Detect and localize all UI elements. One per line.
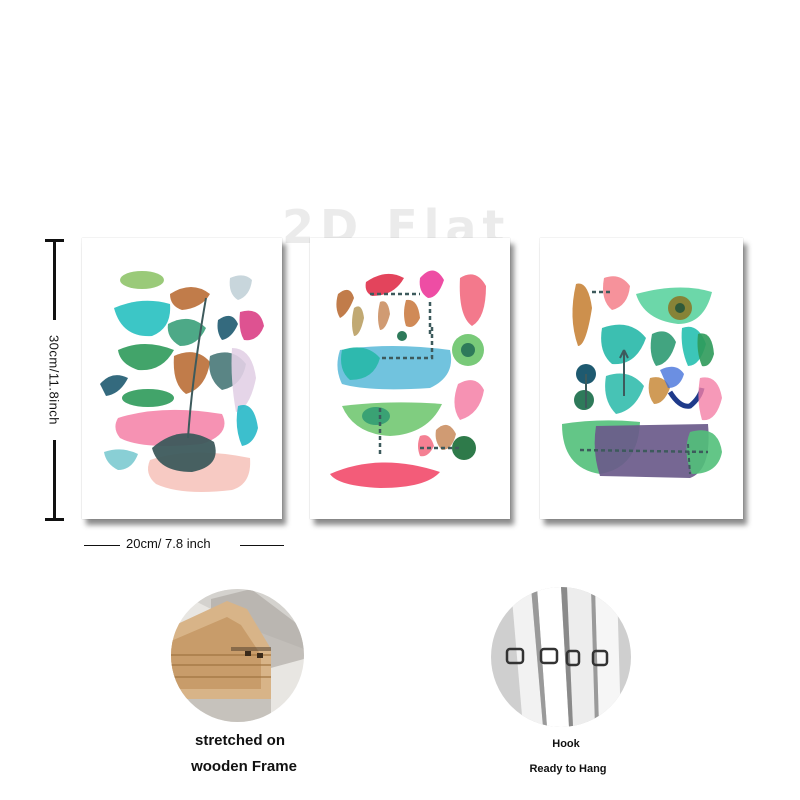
canvas-panel-right	[540, 238, 743, 519]
width-dimension-label: 20cm/ 7.8 inch	[126, 536, 211, 551]
abstract-leaf-artwork-left	[100, 271, 264, 492]
height-dimension-tick-bottom	[45, 518, 64, 521]
canvas-panel-middle	[310, 238, 510, 519]
height-dimension-label: 30cm/11.8inch	[46, 334, 62, 426]
canvas-panel-left	[82, 238, 282, 519]
hook-caption-line-1: Hook	[552, 738, 580, 750]
hanging-hook-photo	[491, 587, 631, 727]
height-dimension-tick-top	[45, 239, 64, 242]
frame-caption-line-1: stretched on	[194, 732, 286, 749]
abstract-leaf-artwork-middle	[330, 270, 486, 488]
abstract-leaf-artwork-right	[562, 276, 722, 478]
width-dimension-line-left	[84, 545, 120, 546]
wooden-frame-corner-photo	[171, 589, 304, 722]
hook-caption-line-2: Ready to Hang	[529, 763, 607, 775]
frame-caption-line-2: wooden Frame	[191, 758, 297, 775]
width-dimension-line-right	[240, 545, 284, 546]
